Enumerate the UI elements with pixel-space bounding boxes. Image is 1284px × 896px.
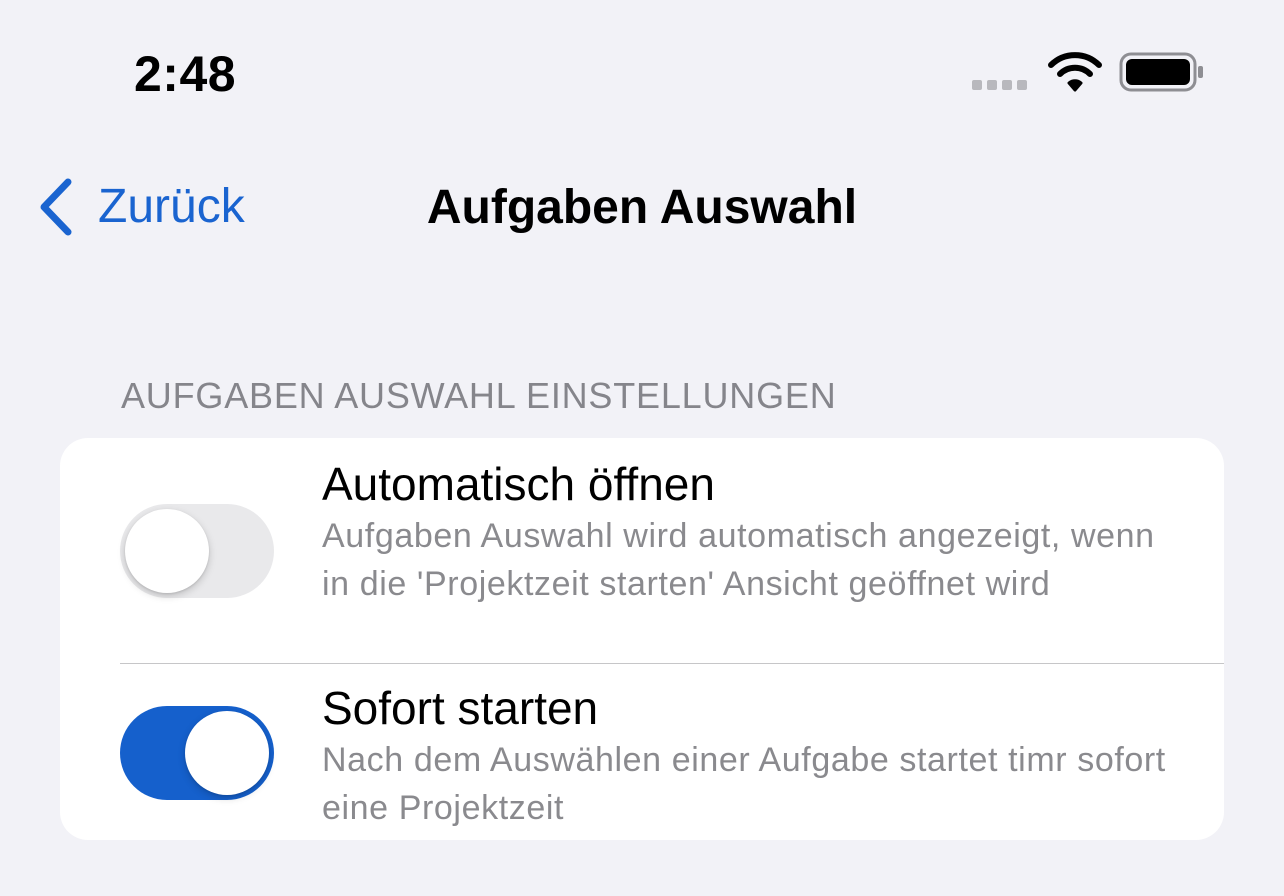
cellular-signal-icon <box>972 80 1027 90</box>
setting-row-start-immediately: Sofort starten Nach dem Auswählen einer … <box>60 664 1224 840</box>
auto-open-toggle[interactable] <box>120 504 274 598</box>
start-immediately-toggle[interactable] <box>120 706 274 800</box>
setting-title: Automatisch öffnen <box>322 458 715 510</box>
status-time: 2:48 <box>134 46 237 102</box>
setting-description: Aufgaben Auswahl wird automatisch angeze… <box>322 517 1155 603</box>
battery-icon <box>1119 52 1203 92</box>
setting-description: Nach dem Auswählen einer Aufgabe startet… <box>322 741 1166 827</box>
page-title: Aufgaben Auswahl <box>426 181 858 234</box>
wifi-icon <box>1048 52 1102 92</box>
section-header: AUFGABEN AUSWAHL EINSTELLUNGEN <box>121 375 837 416</box>
toggle-knob <box>185 711 269 795</box>
settings-card: Automatisch öffnen Aufgaben Auswahl wird… <box>60 438 1224 840</box>
setting-title: Sofort starten <box>322 682 599 734</box>
setting-row-auto-open: Automatisch öffnen Aufgaben Auswahl wird… <box>60 438 1224 663</box>
toggle-knob <box>125 509 209 593</box>
